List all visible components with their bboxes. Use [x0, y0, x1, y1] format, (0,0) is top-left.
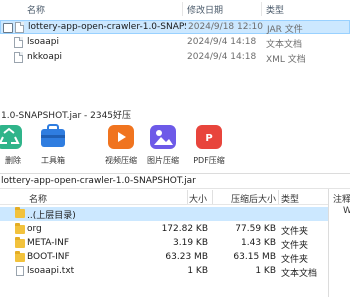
pdf-compress-button[interactable]: P PDF压缩 [190, 121, 228, 171]
row-name: META-INF [27, 238, 70, 248]
image-compress-icon [150, 125, 176, 149]
file-row-nkkoapi[interactable]: nkkoapi 2024/9/4 14:18 XML 文档 [0, 51, 350, 65]
table-row[interactable]: BOOT-INF 63.23 MB 63.15 MB 文件夹 [0, 251, 328, 265]
column-size[interactable]: 大小 [189, 192, 207, 205]
delete-button[interactable]: 删除 [0, 121, 24, 171]
column-name[interactable]: 名称 [29, 192, 47, 205]
video-compress-label: 视频压缩 [105, 156, 137, 165]
path-bar[interactable]: lottery-app-open-crawler-1.0-SNAPSHOT.ja… [0, 173, 350, 189]
row-type: 文件夹 [281, 227, 309, 237]
image-compress-button[interactable]: 图片压缩 [145, 121, 181, 171]
file-type: 文本文档 [266, 40, 303, 50]
checkbox[interactable] [3, 23, 13, 33]
file-name: lottery-app-open-crawler-1.0-SNAPSHOT.ja… [28, 22, 186, 32]
row-size: 172.82 KB [161, 224, 208, 234]
row-name: org [27, 224, 42, 234]
column-type[interactable]: 类型 [266, 3, 284, 16]
svg-text:P: P [205, 133, 212, 144]
file-row-lsoaapi[interactable]: lsoaapi 2024/9/4 14:18 文本文档 [0, 36, 350, 50]
table-row[interactable]: org 172.82 KB 77.59 KB 文件夹 [0, 223, 328, 237]
text-file-icon [16, 266, 24, 276]
column-date[interactable]: 修改日期 [187, 3, 223, 16]
comment-header: 注释 [333, 195, 350, 205]
toolbox-icon [41, 124, 65, 147]
archive-column-header: 名称 大小 压缩后大小 类型 [0, 189, 328, 205]
file-type: JAR 文件 [267, 25, 303, 35]
file-icon [15, 22, 24, 33]
table-row[interactable]: lsoaapi.txt 1 KB 1 KB 文本文档 [0, 265, 328, 279]
delete-label: 删除 [5, 156, 21, 165]
row-compressed-size: 1.43 KB [241, 238, 276, 248]
row-name: ..(上层目录) [27, 211, 76, 221]
table-row[interactable]: META-INF 3.19 KB 1.43 KB 文件夹 [0, 237, 328, 251]
recycle-icon [0, 125, 22, 149]
file-type: XML 文档 [266, 55, 306, 65]
folder-icon [15, 223, 25, 234]
file-name: lsoaapi [27, 37, 59, 47]
row-size: 3.19 KB [173, 238, 208, 248]
explorer-file-list: 名称 修改日期 类型 lottery-app-open-crawler-1.0-… [0, 0, 350, 100]
archive-path: lottery-app-open-crawler-1.0-SNAPSHOT.ja… [1, 176, 196, 186]
file-date: 2024/9/4 14:18 [187, 52, 257, 62]
column-divider[interactable] [182, 2, 183, 16]
explorer-column-header: 名称 修改日期 类型 [0, 0, 350, 17]
file-icon [14, 37, 23, 48]
file-name: nkkoapi [27, 52, 63, 62]
column-divider[interactable] [187, 190, 188, 204]
file-icon [14, 52, 23, 63]
file-row-jar[interactable]: lottery-app-open-crawler-1.0-SNAPSHOT.ja… [0, 20, 350, 35]
column-divider[interactable] [278, 190, 279, 204]
parent-directory-row[interactable]: ..(上层目录) [0, 207, 328, 221]
folder-icon [15, 207, 25, 218]
row-compressed-size: 1 KB [255, 266, 276, 276]
row-size: 63.23 MB [165, 252, 208, 262]
toolbox-button[interactable]: 工具箱 [38, 121, 68, 171]
row-compressed-size: 77.59 KB [235, 224, 276, 234]
column-compressed-size[interactable]: 压缩后大小 [231, 192, 276, 205]
comment-panel: 注释 W [328, 189, 350, 297]
row-name: lsoaapi.txt [27, 266, 75, 276]
toolbox-label: 工具箱 [41, 156, 65, 165]
archive-file-list: 名称 大小 压缩后大小 类型 ..(上层目录) org 172.82 KB 77… [0, 189, 328, 297]
column-name[interactable]: 名称 [27, 3, 45, 16]
window-title: 1.0-SNAPSHOT.jar - 2345好压 [1, 111, 132, 121]
archiver-window: 1.0-SNAPSHOT.jar - 2345好压 删除 工具箱 视频压缩 图片… [0, 103, 350, 297]
image-compress-label: 图片压缩 [147, 156, 179, 165]
row-type: 文本文档 [281, 269, 318, 279]
video-compress-icon [108, 125, 134, 149]
file-date: 2024/9/18 12:10 [188, 22, 263, 32]
row-name: BOOT-INF [27, 252, 70, 262]
row-size: 1 KB [187, 266, 208, 276]
row-type: 文件夹 [281, 255, 309, 265]
file-date: 2024/9/4 14:18 [187, 37, 257, 47]
comment-text: W [343, 206, 350, 216]
row-type: 文件夹 [281, 241, 309, 251]
video-compress-button[interactable]: 视频压缩 [103, 121, 139, 171]
column-type[interactable]: 类型 [281, 192, 299, 205]
column-divider[interactable] [212, 190, 213, 204]
pdf-compress-icon: P [196, 125, 222, 149]
toolbar: 删除 工具箱 视频压缩 图片压缩 P PDF压缩 [0, 121, 350, 173]
pdf-compress-label: PDF压缩 [193, 156, 225, 165]
folder-icon [15, 237, 25, 248]
row-compressed-size: 63.15 MB [233, 252, 276, 262]
folder-icon [15, 251, 25, 262]
window-title-bar[interactable]: 1.0-SNAPSHOT.jar - 2345好压 [0, 103, 350, 123]
column-divider[interactable] [261, 2, 262, 16]
